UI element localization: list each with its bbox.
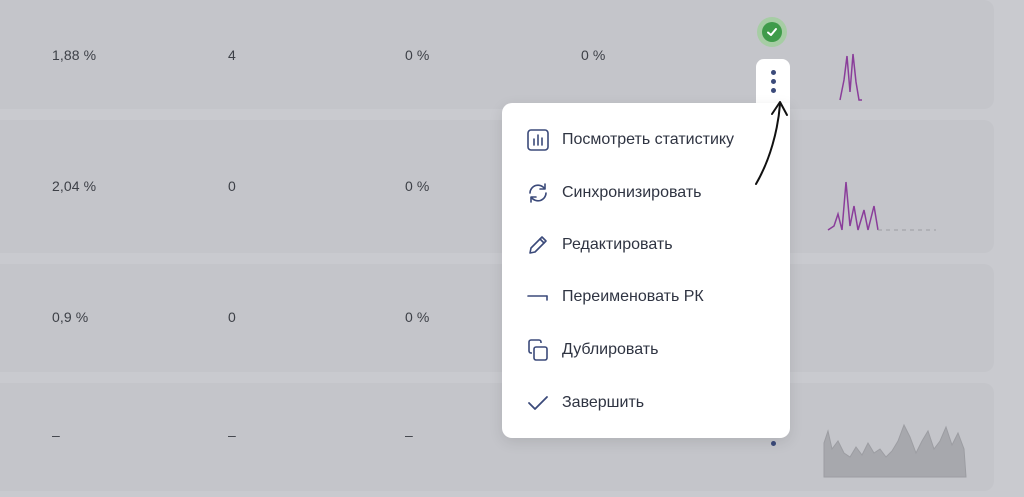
menu-item-rename[interactable]: Переименовать РК bbox=[502, 277, 790, 317]
menu-item-label: Редактировать bbox=[562, 236, 673, 253]
cell-percent-a: 0 % bbox=[405, 178, 430, 194]
cell-percent-a: 0 % bbox=[405, 47, 430, 63]
menu-item-label: Переименовать РК bbox=[562, 288, 704, 305]
sync-icon bbox=[524, 179, 552, 207]
table-row: 2,04 % 0 0 % bbox=[0, 120, 994, 253]
menu-item-label: Посмотреть статистику bbox=[562, 131, 735, 148]
kebab-dot bbox=[770, 69, 776, 75]
menu-item-label: Синхронизировать bbox=[562, 184, 702, 201]
check-circle-icon bbox=[762, 22, 782, 42]
sparkline bbox=[839, 53, 862, 101]
menu-item-view-statistics[interactable]: Посмотреть статистику bbox=[502, 120, 790, 160]
menu-item-label: Дублировать bbox=[562, 341, 659, 358]
cell-count: – bbox=[228, 427, 236, 443]
chart-icon bbox=[524, 126, 552, 154]
row-actions-menu: Посмотреть статистику Синхронизировать Р… bbox=[502, 103, 790, 438]
cell-ctr: 0,9 % bbox=[52, 309, 89, 325]
menu-item-sync[interactable]: Синхронизировать bbox=[502, 173, 790, 213]
table-row: 1,88 % 4 0 % 0 % bbox=[0, 0, 994, 109]
pencil-icon bbox=[524, 231, 552, 259]
rename-icon bbox=[524, 283, 552, 311]
cell-percent-b: 0 % bbox=[581, 47, 606, 63]
sparkline bbox=[823, 423, 967, 478]
cell-ctr: – bbox=[52, 427, 60, 443]
cell-count: 0 bbox=[228, 178, 236, 194]
menu-item-label: Завершить bbox=[562, 394, 645, 411]
cell-count: 0 bbox=[228, 309, 236, 325]
kebab-dot bbox=[770, 87, 776, 93]
menu-item-finish[interactable]: Завершить bbox=[502, 383, 790, 423]
cell-percent-a: 0 % bbox=[405, 309, 430, 325]
cell-ctr: 1,88 % bbox=[52, 47, 97, 63]
menu-item-duplicate[interactable]: Дублировать bbox=[502, 330, 790, 370]
cell-percent-a: – bbox=[405, 427, 413, 443]
duplicate-icon bbox=[524, 336, 552, 364]
check-icon bbox=[524, 389, 552, 417]
table-row: – – – bbox=[0, 383, 994, 491]
menu-item-edit[interactable]: Редактировать bbox=[502, 225, 790, 265]
row-actions-button[interactable] bbox=[756, 59, 790, 103]
sparkline bbox=[827, 181, 936, 231]
status-check-badge bbox=[757, 17, 787, 47]
kebab-dot bbox=[770, 78, 776, 84]
cell-count: 4 bbox=[228, 47, 236, 63]
table-row: 0,9 % 0 0 % bbox=[0, 264, 994, 372]
cell-ctr: 2,04 % bbox=[52, 178, 97, 194]
row-actions-button[interactable] bbox=[771, 441, 776, 446]
